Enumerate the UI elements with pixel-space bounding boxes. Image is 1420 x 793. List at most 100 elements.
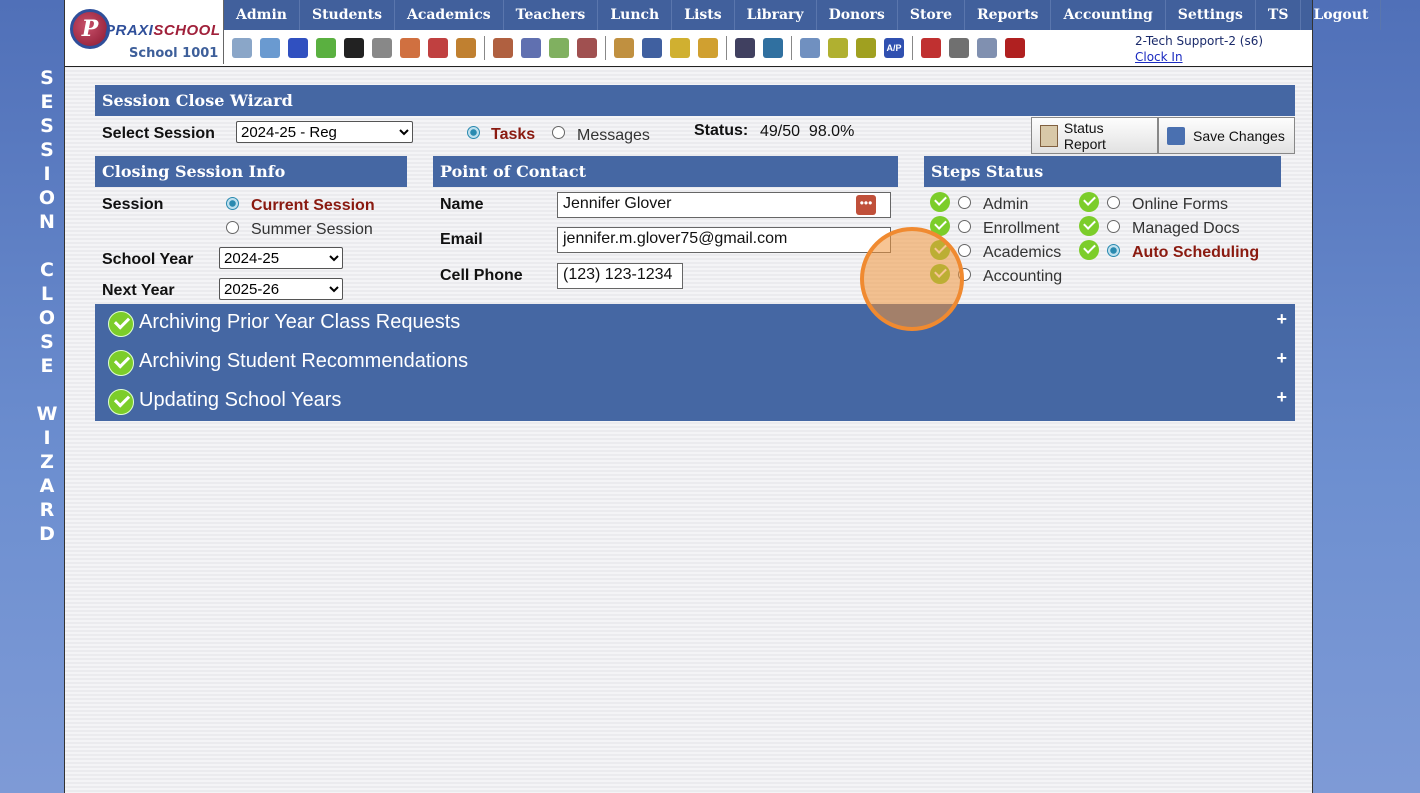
task-row[interactable]: Archiving Student Recommendations + <box>95 343 1295 382</box>
money-icon[interactable] <box>549 38 569 58</box>
next-year-select[interactable]: 2025-26 <box>219 278 343 300</box>
phone-icon[interactable] <box>344 38 364 58</box>
user-info: 2-Tech Support-2 (s6) Clock In <box>1135 34 1263 64</box>
toolbar-separator <box>605 36 606 60</box>
calendar-grid-icon[interactable] <box>400 38 420 58</box>
expand-icon[interactable]: + <box>1276 309 1287 330</box>
table-icon[interactable] <box>800 38 820 58</box>
step-label: Academics <box>983 244 1062 261</box>
wizard-title-bar: Session Close Wizard <box>95 85 1295 116</box>
cash-register-icon[interactable] <box>949 38 969 58</box>
click-indicator <box>860 227 964 331</box>
add-person-icon[interactable] <box>493 38 513 58</box>
side-title-letter: S <box>40 139 54 161</box>
email-field[interactable]: jennifer.m.glover75@gmail.com <box>557 227 891 253</box>
cell-phone-field[interactable]: (123) 123-1234 <box>557 263 683 289</box>
nav-store[interactable]: Store <box>898 0 966 30</box>
status-report-button[interactable]: Status Report <box>1031 117 1158 154</box>
step-radio-managed-docs[interactable] <box>1107 220 1120 233</box>
book-icon[interactable] <box>642 38 662 58</box>
toolbar-separator <box>726 36 727 60</box>
name-label: Name <box>440 196 484 213</box>
steps-status-header: Steps Status <box>924 156 1281 187</box>
side-title-letter: O <box>38 307 56 329</box>
bell-icon[interactable] <box>670 38 690 58</box>
school-name: School 1001 <box>129 46 219 61</box>
burger-icon[interactable] <box>614 38 634 58</box>
point-of-contact-header: Point of Contact <box>433 156 898 187</box>
calendar-icon[interactable] <box>428 38 448 58</box>
ap-icon[interactable]: A/P <box>884 38 904 58</box>
expand-icon[interactable]: + <box>1276 387 1287 408</box>
step-radio-online-forms[interactable] <box>1107 196 1120 209</box>
nav-settings[interactable]: Settings <box>1166 0 1256 30</box>
teacher-icon[interactable] <box>735 38 755 58</box>
task-complete-check-icon <box>108 350 134 376</box>
save-changes-button[interactable]: Save Changes <box>1158 117 1295 154</box>
nav-donors[interactable]: Donors <box>817 0 898 30</box>
step-radio-enrollment[interactable] <box>958 220 971 233</box>
praxischool-logo[interactable]: P PRAXISCHOOL School 1001 <box>65 0 224 64</box>
school-year-select[interactable]: 2024-25 <box>219 247 343 269</box>
group-icon[interactable] <box>577 38 597 58</box>
nav-academics[interactable]: Academics <box>395 0 504 30</box>
task-row[interactable]: Archiving Prior Year Class Requests + <box>95 304 1295 343</box>
nav-ts[interactable]: TS <box>1256 0 1302 30</box>
status-label: Status: <box>694 122 749 139</box>
task-row[interactable]: Updating School Years + <box>95 382 1295 421</box>
app-header: P PRAXISCHOOL School 1001 Admin Students A… <box>65 0 1382 67</box>
step-radio-academics[interactable] <box>958 244 971 257</box>
nav-accounting[interactable]: Accounting <box>1051 0 1166 30</box>
person-icon[interactable] <box>521 38 541 58</box>
messages-radio[interactable] <box>552 126 565 139</box>
select-session-label: Select Session <box>102 125 215 142</box>
nav-teachers[interactable]: Teachers <box>504 0 599 30</box>
nav-lunch[interactable]: Lunch <box>598 0 673 30</box>
name-field[interactable]: Jennifer Glover <box>557 192 891 218</box>
speaker-icon[interactable] <box>372 38 392 58</box>
nav-students[interactable]: Students <box>300 0 395 30</box>
autofill-icon[interactable]: ••• <box>856 195 876 215</box>
grid-icon[interactable] <box>260 38 280 58</box>
summer-session-radio[interactable] <box>226 221 239 234</box>
clock-icon[interactable] <box>763 38 783 58</box>
side-title-letter: D <box>39 523 55 545</box>
task-complete-check-icon <box>108 389 134 415</box>
clock-in-link[interactable]: Clock In <box>1135 50 1263 64</box>
help-icon[interactable] <box>977 38 997 58</box>
chat-icon[interactable] <box>316 38 336 58</box>
step-label: Online Forms <box>1132 196 1229 213</box>
stop-icon[interactable] <box>1005 38 1025 58</box>
at-icon[interactable] <box>288 38 308 58</box>
nav-lists[interactable]: Lists <box>672 0 735 30</box>
logo-mark: P <box>70 9 110 49</box>
megaphone-icon[interactable] <box>456 38 476 58</box>
step-radio-auto-scheduling[interactable] <box>1107 244 1120 257</box>
side-title-letter: E <box>40 355 54 377</box>
side-title-letter: S <box>40 331 54 353</box>
tasks-radio[interactable] <box>467 126 480 139</box>
side-title-letter: Z <box>40 451 54 473</box>
pdf-icon[interactable] <box>921 38 941 58</box>
current-session-radio[interactable] <box>226 197 239 210</box>
side-title-letter: L <box>40 283 54 305</box>
nav-reports[interactable]: Reports <box>965 0 1052 30</box>
side-title-letter: W <box>36 403 58 425</box>
summer-session-label: Summer Session <box>251 221 373 238</box>
nav-logout[interactable]: Logout <box>1301 0 1382 30</box>
nav-library[interactable]: Library <box>735 0 817 30</box>
expand-icon[interactable]: + <box>1276 348 1287 369</box>
printer-icon[interactable] <box>856 38 876 58</box>
nav-admin[interactable]: Admin <box>224 0 300 30</box>
search-icon[interactable] <box>232 38 252 58</box>
session-select[interactable]: 2024-25 - Reg <box>236 121 413 143</box>
toolbar-separator <box>484 36 485 60</box>
main-nav: Admin Students Academics Teachers Lunch Lists… <box>224 0 1382 30</box>
step-complete-check-icon <box>1079 216 1099 236</box>
toolbar-separator <box>791 36 792 60</box>
side-title-letter: R <box>39 499 55 521</box>
export-icon[interactable] <box>698 38 718 58</box>
step-radio-admin[interactable] <box>958 196 971 209</box>
card-icon[interactable] <box>828 38 848 58</box>
side-title-letter: C <box>40 259 54 281</box>
